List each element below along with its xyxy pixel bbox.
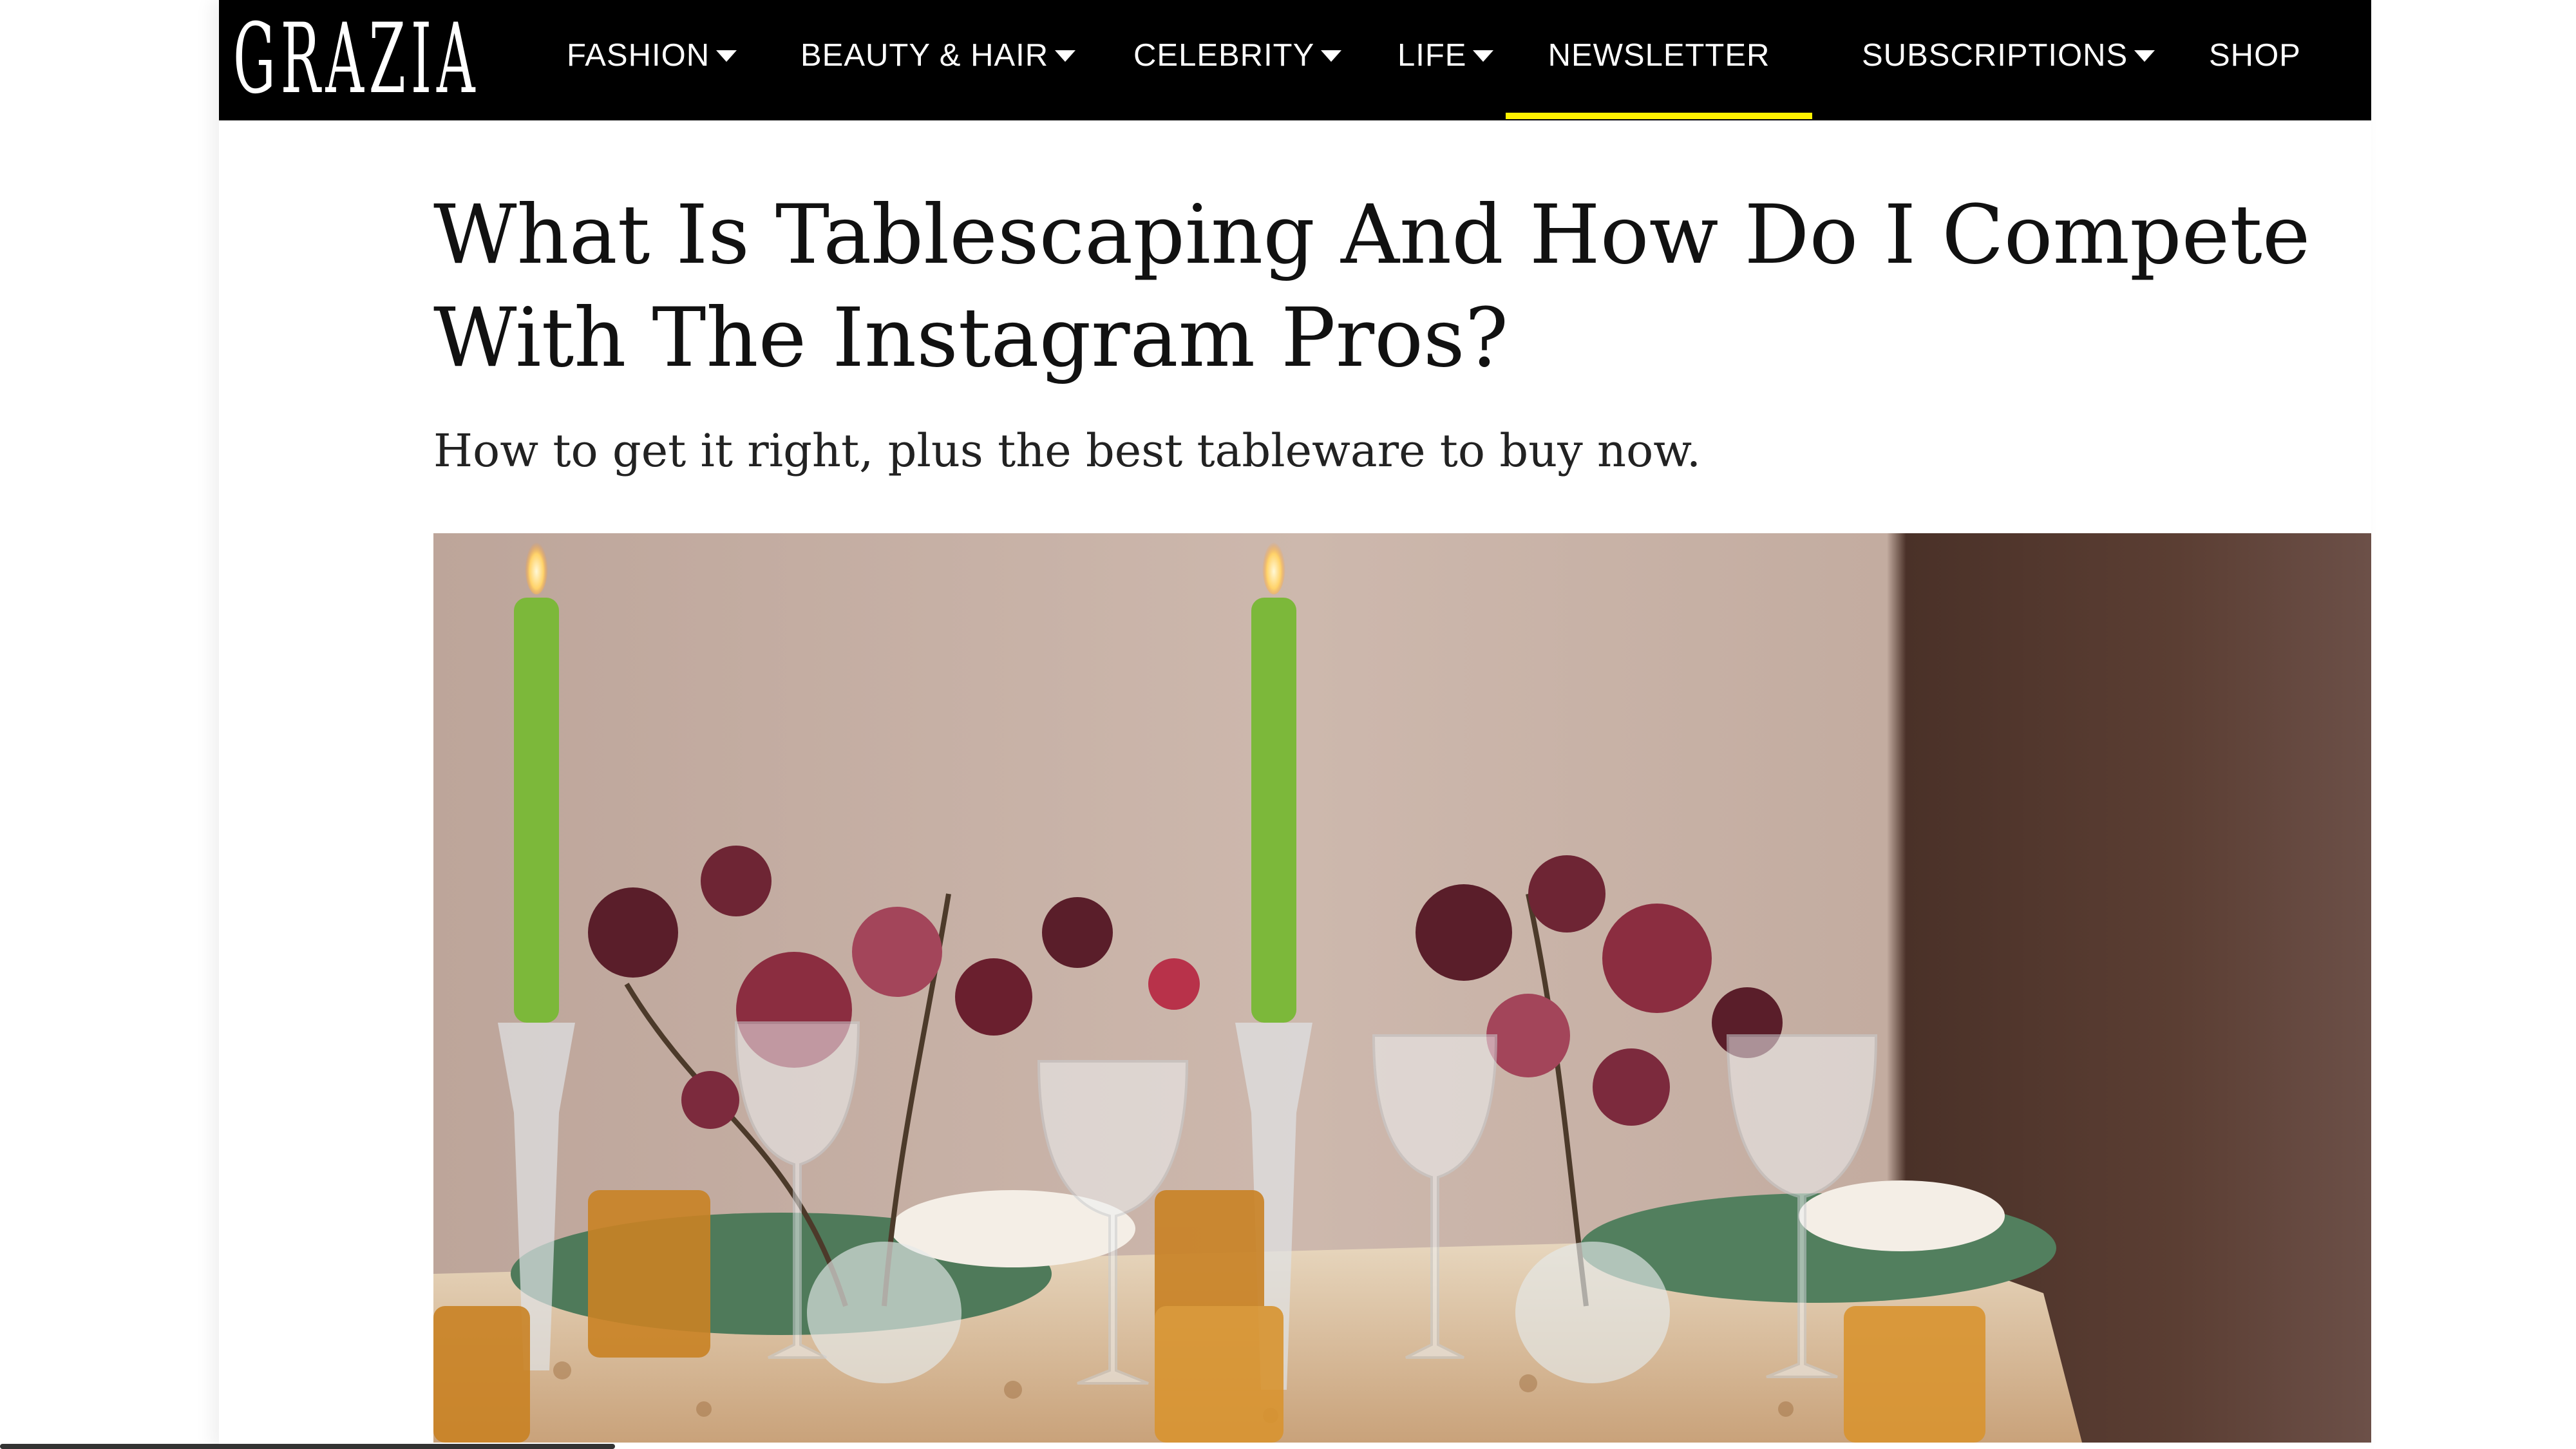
nav-item-fashion[interactable]: FASHION bbox=[567, 37, 737, 113]
nav-item-life[interactable]: LIFE bbox=[1397, 37, 1494, 113]
nav-item-label: FASHION bbox=[567, 38, 710, 73]
article-headline: What Is Tablescaping And How Do I Compet… bbox=[433, 187, 2311, 385]
page: GRAZIA FASHION BEAUTY & HAIR CELEBRITY L… bbox=[219, 0, 2371, 1449]
nav-item-label: SHOP bbox=[2209, 38, 2301, 73]
nav-item-beauty-hair[interactable]: BEAUTY & HAIR bbox=[800, 37, 1076, 113]
nav-item-label: CELEBRITY bbox=[1133, 38, 1315, 73]
chevron-down-icon bbox=[716, 50, 737, 62]
grazia-logo[interactable]: GRAZIA bbox=[233, 11, 480, 108]
chevron-down-icon bbox=[2134, 50, 2155, 62]
hero-image bbox=[433, 533, 2371, 1443]
nav-item-label: SUBSCRIPTIONS bbox=[1862, 38, 2128, 73]
chevron-down-icon bbox=[1321, 50, 1342, 62]
nav-item-label: NEWSLETTER bbox=[1548, 38, 1770, 73]
nav-item-subscriptions[interactable]: SUBSCRIPTIONS bbox=[1862, 37, 2155, 113]
horizontal-scrollbar[interactable] bbox=[0, 1444, 615, 1449]
nav-item-label: LIFE bbox=[1397, 38, 1467, 73]
chevron-down-icon bbox=[1055, 50, 1076, 62]
article-standfirst: How to get it right, plus the best table… bbox=[433, 424, 1701, 477]
chevron-down-icon bbox=[1473, 50, 1494, 62]
nav-item-label: BEAUTY & HAIR bbox=[800, 38, 1049, 73]
left-gutter bbox=[0, 0, 219, 1449]
nav-item-shop[interactable]: SHOP bbox=[2209, 37, 2301, 113]
site-header: GRAZIA FASHION BEAUTY & HAIR CELEBRITY L… bbox=[219, 0, 2371, 120]
nav-item-newsletter[interactable]: NEWSLETTER bbox=[1506, 37, 1812, 119]
nav-item-celebrity[interactable]: CELEBRITY bbox=[1133, 37, 1342, 113]
tablescape-photo bbox=[433, 533, 2371, 1443]
